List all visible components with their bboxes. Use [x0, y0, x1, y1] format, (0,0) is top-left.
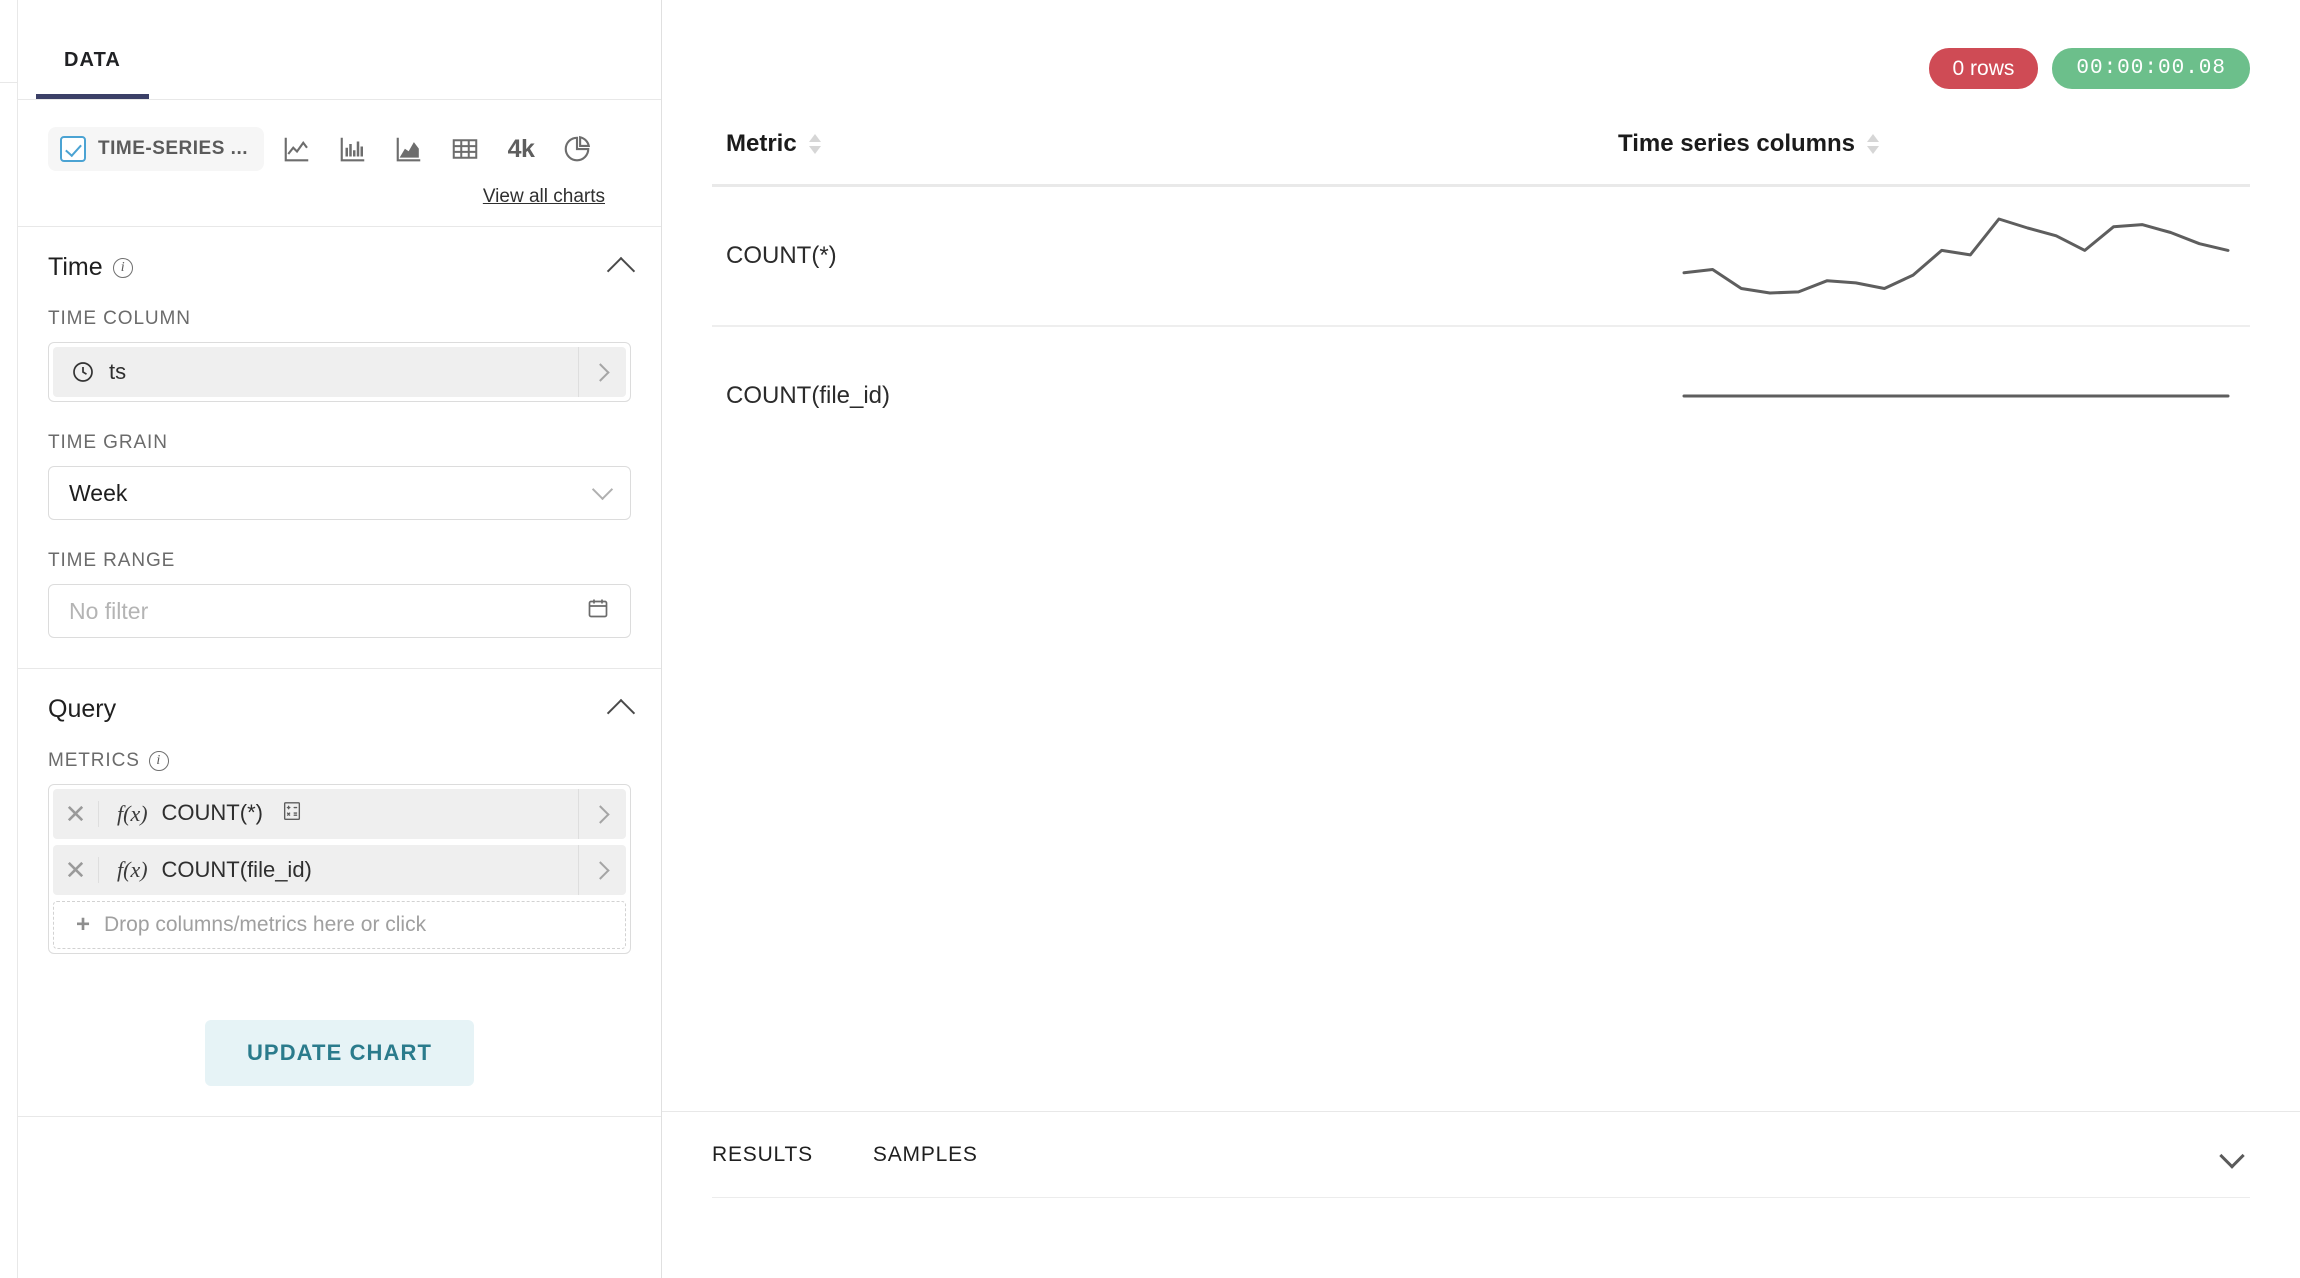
info-icon[interactable]: i	[112, 257, 133, 278]
results-body	[712, 1198, 2250, 1278]
metric-name-cell: COUNT(*)	[712, 185, 1605, 327]
time-range-select[interactable]: No filter	[48, 584, 631, 638]
time-grain-select[interactable]: Week	[48, 466, 631, 520]
results-tabbar: RESULTS SAMPLES	[712, 1112, 2250, 1198]
view-all-charts-row: View all charts	[48, 172, 631, 212]
column-header-timeseries[interactable]: Time series columns	[1604, 130, 2250, 187]
viz-type-label: TIME-SERIES ...	[98, 138, 249, 159]
query-section-title: Query	[48, 695, 117, 723]
chevron-down-icon	[591, 478, 614, 501]
sparkline-cell[interactable]	[1604, 326, 2250, 466]
time-range-value: No filter	[69, 597, 149, 624]
function-icon: f(x)	[117, 801, 148, 826]
big-number-icon[interactable]: 4k	[498, 126, 544, 172]
metric-label: COUNT(*)	[162, 800, 578, 828]
tab-data[interactable]: DATA	[36, 49, 149, 99]
sparkline	[1682, 394, 2230, 398]
metric-expand[interactable]	[578, 789, 626, 839]
column-header-metric[interactable]: Metric	[712, 130, 1605, 187]
bar-chart-icon[interactable]	[330, 126, 376, 172]
line-chart-icon[interactable]	[274, 126, 320, 172]
time-range-field: TIME RANGE No filter	[48, 550, 631, 638]
timeseries-table-chart: Metric Time series columns COUNT(*) COUN…	[662, 0, 2300, 1111]
sort-icon[interactable]	[808, 134, 821, 154]
timeseries-table: Metric Time series columns COUNT(*) COUN…	[712, 130, 2250, 466]
metrics-label-row: METRICS i	[48, 750, 631, 772]
tab-results[interactable]: RESULTS	[712, 1143, 813, 1167]
function-icon: f(x)	[117, 857, 148, 882]
view-all-charts-link[interactable]: View all charts	[483, 186, 605, 207]
time-column-expand[interactable]	[578, 347, 626, 397]
checkbox-checked-icon	[60, 136, 86, 162]
calculator-icon	[281, 802, 303, 827]
calendar-icon	[586, 595, 610, 627]
query-section-title-wrap: Query	[48, 695, 116, 724]
time-column-label: TIME COLUMN	[48, 308, 191, 329]
table-row: COUNT(*)	[712, 185, 2250, 327]
time-section-header[interactable]: Time i	[48, 253, 636, 285]
time-section-title-wrap: Time i	[48, 253, 133, 282]
chevron-down-icon	[2219, 1143, 2245, 1169]
rows-badge: 0 rows	[1928, 48, 2039, 89]
query-section-header[interactable]: Query	[48, 695, 636, 727]
column-header-timeseries-label: Time series columns	[1618, 130, 1856, 157]
time-column-field: TIME COLUMN ts	[48, 308, 631, 402]
info-icon[interactable]: i	[148, 751, 169, 771]
time-section: Time i TIME COLUMN ts TIME GRAIN Week TI…	[18, 227, 661, 669]
metrics-control: ✕ f(x) COUNT(*) ✕ f(x) COUNT(file_id) + …	[48, 784, 631, 954]
time-section-title: Time	[48, 253, 103, 281]
status-badges: 0 rows 00:00:00.08	[1928, 48, 2250, 89]
pie-chart-icon[interactable]	[554, 126, 600, 172]
table-row: COUNT(file_id)	[712, 326, 2250, 466]
timer-badge: 00:00:00.08	[2052, 48, 2250, 89]
metric-expand[interactable]	[578, 845, 626, 895]
control-panel: DATA TIME-SERIES ... 4k View all charts …	[18, 0, 662, 1278]
column-header-metric-label: Metric	[726, 130, 797, 157]
time-column-value: ts	[109, 359, 127, 384]
time-grain-field: TIME GRAIN Week	[48, 432, 631, 520]
chart-main-area: 0 rows 00:00:00.08 Metric Time series co…	[662, 0, 2300, 1278]
time-grain-label: TIME GRAIN	[48, 432, 168, 453]
chevron-up-icon[interactable]	[606, 698, 636, 727]
gutter-divider	[0, 82, 17, 83]
sort-icon[interactable]	[1867, 134, 1880, 154]
plus-icon: +	[76, 911, 91, 938]
metric-item[interactable]: ✕ f(x) COUNT(*)	[53, 789, 626, 839]
metric-name-cell: COUNT(file_id)	[726, 382, 891, 409]
time-column-item[interactable]: ts	[53, 347, 626, 397]
viz-type-block: TIME-SERIES ... 4k View all charts	[18, 100, 661, 227]
time-range-label: TIME RANGE	[48, 550, 176, 571]
panel-tabbar: DATA	[18, 0, 661, 100]
table-header-row: Metric Time series columns	[712, 130, 2250, 187]
metrics-field: METRICS i ✕ f(x) COUNT(*) ✕ f(x) COUNT(f…	[48, 750, 631, 954]
clock-icon	[71, 360, 95, 384]
explore-page: DATA TIME-SERIES ... 4k View all charts …	[0, 0, 2300, 1278]
viz-type-row: TIME-SERIES ... 4k	[48, 126, 631, 172]
metrics-label: METRICS	[48, 750, 140, 771]
results-pane: RESULTS SAMPLES	[662, 1111, 2300, 1278]
metric-item[interactable]: ✕ f(x) COUNT(file_id)	[53, 845, 626, 895]
update-chart-row: UPDATE CHART	[48, 984, 631, 1086]
query-section: Query METRICS i ✕ f(x) COUNT(*) ✕ f(x) C…	[18, 669, 661, 1117]
chevron-up-icon[interactable]	[606, 256, 636, 285]
metric-label: COUNT(file_id)	[161, 857, 312, 882]
time-grain-value: Week	[69, 479, 128, 506]
left-gutter	[0, 0, 18, 1278]
table-body: COUNT(*) COUNT(file_id)	[712, 185, 2250, 466]
table-icon[interactable]	[442, 126, 488, 172]
remove-metric-icon[interactable]: ✕	[53, 857, 99, 883]
remove-metric-icon[interactable]: ✕	[53, 801, 99, 827]
metrics-dropzone[interactable]: + Drop columns/metrics here or click	[53, 901, 626, 949]
tab-samples[interactable]: SAMPLES	[873, 1143, 978, 1167]
collapse-results-button[interactable]	[2212, 1140, 2252, 1180]
sparkline	[1682, 217, 2230, 295]
sparkline-cell[interactable]	[1604, 185, 2250, 327]
update-chart-button[interactable]: UPDATE CHART	[204, 1020, 475, 1086]
metrics-dropzone-label: Drop columns/metrics here or click	[104, 913, 427, 936]
viz-type-selected[interactable]: TIME-SERIES ...	[48, 127, 265, 171]
time-column-control: ts	[48, 342, 631, 402]
area-chart-icon[interactable]	[386, 126, 432, 172]
